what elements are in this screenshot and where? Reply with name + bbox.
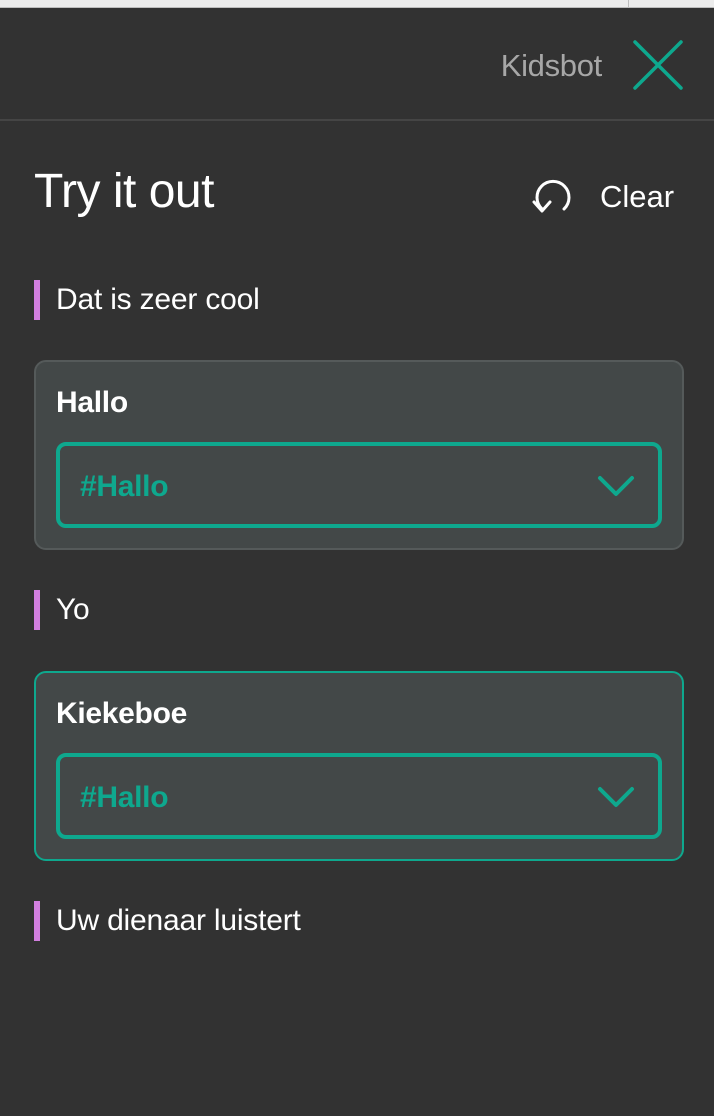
intent-select-value: #Hallo [80,781,169,814]
clear-label: Clear [600,179,675,214]
window-top-strip [0,0,714,8]
user-message: Dat is zeer cool [34,280,260,320]
bot-response-card: Kiekeboe #Hallo [34,671,684,861]
close-button[interactable] [632,39,684,91]
workspace-name: Kidsbot [500,48,603,83]
chevron-down-icon [598,476,634,496]
window-divider [628,0,629,7]
user-message: Yo [34,590,90,630]
bot-response-title: Hallo [56,386,128,419]
clear-button[interactable]: Clear [528,172,674,222]
chevron-down-icon [598,787,634,807]
user-message: Uw dienaar luistert [34,901,301,941]
intent-select[interactable]: #Hallo [56,753,662,839]
intent-select-value: #Hallo [80,470,169,503]
panel-title: Try it out [34,165,214,218]
close-icon [633,40,683,90]
bot-response-card: Hallo #Hallo [34,360,684,550]
intent-select[interactable]: #Hallo [56,442,662,528]
panel-header: Kidsbot [0,8,714,121]
bot-response-title: Kiekeboe [56,697,187,730]
undo-icon [532,179,571,213]
